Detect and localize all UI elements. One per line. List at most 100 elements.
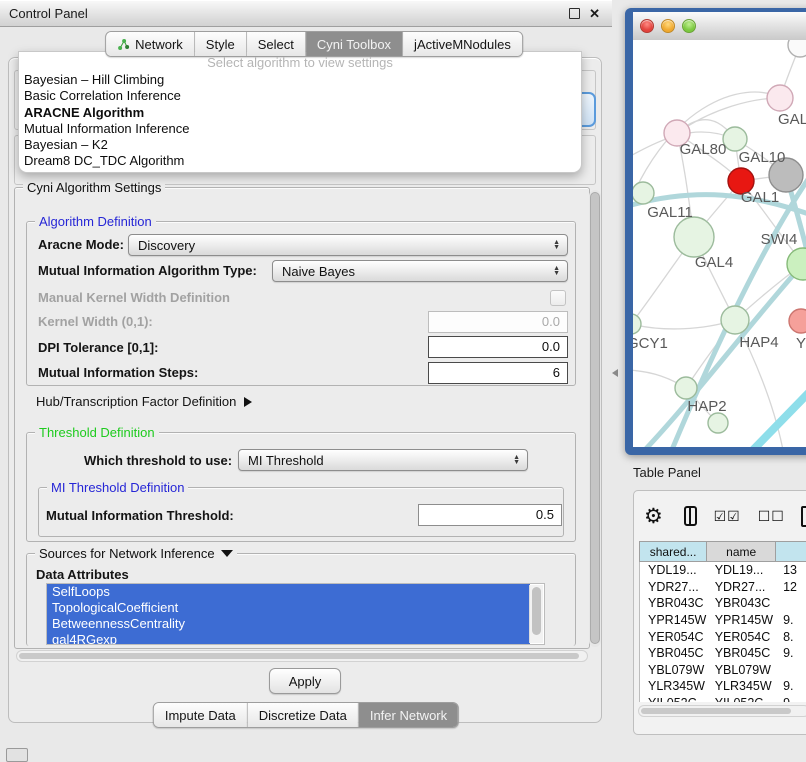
network-node[interactable] bbox=[788, 40, 806, 57]
tab-impute-data[interactable]: Impute Data bbox=[154, 703, 248, 727]
unchecked-pair-icon[interactable]: ☐☐ bbox=[758, 508, 785, 525]
node-label-gal: GAL bbox=[778, 111, 806, 128]
dpi-tolerance-field[interactable]: 0.0 bbox=[428, 336, 568, 358]
algorithm-option-dream8-dc-tdc-algorithm[interactable]: Dream8 DC_TDC Algorithm bbox=[19, 153, 581, 169]
minimized-panel-icon[interactable] bbox=[6, 748, 28, 762]
table-cell: YIL052C bbox=[640, 696, 707, 702]
table-row[interactable]: YBR043CYBR043C bbox=[640, 595, 806, 612]
attribute-item-betweennesscentrality[interactable]: BetweennessCentrality bbox=[47, 616, 530, 632]
table-row[interactable]: YLR345WYLR345W9. bbox=[640, 678, 806, 695]
table-row[interactable]: YBR045CYBR045C9. bbox=[640, 645, 806, 662]
table-row[interactable]: YPR145WYPR145W9. bbox=[640, 612, 806, 629]
network-node-hap4[interactable] bbox=[721, 306, 749, 334]
tab-label: Select bbox=[258, 37, 294, 52]
kernel-width-field[interactable]: 0.0 bbox=[428, 311, 568, 333]
mi-threshold-label: Mutual Information Threshold: bbox=[46, 508, 234, 523]
table-cell: YDR27... bbox=[640, 580, 707, 594]
algorithm-option-aracne-algorithm[interactable]: ARACNE Algorithm bbox=[19, 105, 581, 121]
table-cell: 9. bbox=[775, 646, 806, 660]
mi-algorithm-type-value: Naive Bayes bbox=[282, 264, 355, 279]
close-icon[interactable]: ✕ bbox=[589, 7, 600, 20]
kernel-width-label: Kernel Width (0,1): bbox=[38, 314, 153, 329]
mi-steps-field[interactable]: 6 bbox=[428, 362, 568, 384]
tab-jactivemnodules[interactable]: jActiveMNodules bbox=[403, 32, 522, 56]
minimize-traffic-light-icon[interactable] bbox=[661, 19, 675, 33]
table-row[interactable]: YDL19...YDL19...13 bbox=[640, 562, 806, 579]
zoom-traffic-light-icon[interactable] bbox=[682, 19, 696, 33]
checked-pair-icon[interactable]: ☑☑ bbox=[714, 508, 741, 525]
float-window-icon[interactable] bbox=[569, 8, 580, 19]
network-node[interactable] bbox=[708, 413, 728, 433]
attribute-item-gal4rgexp[interactable]: gal4RGexp bbox=[47, 632, 530, 645]
threshold-definition-title: Threshold Definition bbox=[35, 425, 159, 440]
table-row[interactable]: YDR27...YDR27...12 bbox=[640, 579, 806, 596]
tab-discretize-data[interactable]: Discretize Data bbox=[248, 703, 359, 727]
document-icon[interactable] bbox=[801, 506, 806, 527]
network-node-y[interactable] bbox=[789, 309, 806, 333]
column-header-partial[interactable] bbox=[775, 541, 806, 562]
algorithm-option-bayesian-hill-climbing[interactable]: Bayesian – Hill Climbing bbox=[19, 72, 581, 88]
network-graph: GALGAL80GAL10GAL1GAL11GAL4SWI4GCY1HAP4YH… bbox=[633, 40, 806, 447]
network-highlight-edge bbox=[751, 376, 806, 447]
network-node-gal11[interactable] bbox=[633, 182, 654, 204]
panel-divider-arrow-icon[interactable] bbox=[612, 369, 618, 377]
table-rows: YDL19...YDL19...13YDR27...YDR27...12YBR0… bbox=[639, 562, 806, 702]
mi-algorithm-type-select[interactable]: Naive Bayes ▲▼ bbox=[272, 260, 568, 282]
network-canvas[interactable]: GALGAL80GAL10GAL1GAL11GAL4SWI4GCY1HAP4YH… bbox=[633, 40, 806, 447]
aracne-mode-select[interactable]: Discovery ▲▼ bbox=[128, 234, 568, 256]
cyni-algorithm-settings-title: Cyni Algorithm Settings bbox=[23, 180, 165, 195]
tab-style[interactable]: Style bbox=[195, 32, 247, 56]
table-panel-title: Table Panel bbox=[633, 465, 701, 480]
attributes-list-scrollbar[interactable] bbox=[529, 585, 543, 643]
tab-label: jActiveMNodules bbox=[414, 37, 511, 52]
collapse-down-icon bbox=[221, 550, 233, 557]
gear-icon[interactable]: ⚙ bbox=[644, 506, 663, 527]
manual-kernel-width-checkbox[interactable] bbox=[550, 290, 566, 306]
attribute-item-selfloops[interactable]: SelfLoops bbox=[47, 584, 530, 600]
table-cell: YBL079W bbox=[707, 663, 775, 677]
columns-icon[interactable] bbox=[684, 506, 697, 526]
table-cell: YDR27... bbox=[707, 580, 775, 594]
tab-label: Impute Data bbox=[165, 708, 236, 723]
table-cell: YPR145W bbox=[640, 613, 707, 627]
data-attributes-list: SelfLoopsTopologicalCoefficientBetweenne… bbox=[46, 583, 545, 645]
settings-vertical-scrollbar[interactable] bbox=[589, 190, 601, 647]
stepper-arrows-icon: ▲▼ bbox=[553, 266, 567, 276]
expander-right-icon bbox=[244, 397, 252, 407]
network-node-gal10[interactable] bbox=[723, 127, 747, 151]
tab-infer-network[interactable]: Infer Network bbox=[359, 703, 458, 727]
table-cell: YBR043C bbox=[707, 596, 775, 610]
settings-horizontal-scrollbar[interactable] bbox=[16, 650, 588, 662]
table-row[interactable]: YER054CYER054C8. bbox=[640, 628, 806, 645]
tab-label: Cyni Toolbox bbox=[317, 37, 391, 52]
attribute-item-topologicalcoefficient[interactable]: TopologicalCoefficient bbox=[47, 600, 530, 616]
table-row[interactable]: YIL052CYIL052C9 bbox=[640, 695, 806, 702]
table-cell: YDL19... bbox=[707, 563, 775, 577]
mi-algorithm-type-label: Mutual Information Algorithm Type: bbox=[38, 263, 257, 278]
table-cell: 12 bbox=[775, 580, 806, 594]
algorithm-option-basic-correlation-inference[interactable]: Basic Correlation Inference bbox=[19, 88, 581, 104]
tab-select[interactable]: Select bbox=[247, 32, 306, 56]
network-icon bbox=[117, 38, 130, 51]
table-horizontal-scrollbar[interactable] bbox=[638, 705, 806, 717]
algorithm-option-mutual-information-inference[interactable]: Mutual Information Inference bbox=[19, 121, 581, 137]
network-node-hap2[interactable] bbox=[675, 377, 697, 399]
tab-network[interactable]: Network bbox=[106, 32, 195, 56]
tab-cyni-toolbox[interactable]: Cyni Toolbox bbox=[306, 32, 403, 56]
sources-title-label: Sources for Network Inference bbox=[39, 546, 215, 561]
sources-title[interactable]: Sources for Network Inference bbox=[35, 546, 237, 561]
which-threshold-select[interactable]: MI Threshold ▲▼ bbox=[238, 449, 528, 471]
table-row[interactable]: YBL079WYBL079W bbox=[640, 662, 806, 679]
algorithm-option-bayesian-k2[interactable]: Bayesian – K2 bbox=[19, 137, 581, 153]
column-header-shared[interactable]: shared... bbox=[639, 541, 706, 562]
column-header-name[interactable]: name bbox=[706, 541, 775, 562]
hub-factor-expander[interactable]: Hub/Transcription Factor Definition bbox=[36, 394, 252, 409]
network-node-gal[interactable] bbox=[767, 85, 793, 111]
node-label-gal1: GAL1 bbox=[741, 189, 779, 206]
mi-threshold-field[interactable]: 0.5 bbox=[418, 504, 562, 526]
network-node-gal4[interactable] bbox=[674, 217, 714, 257]
apply-button[interactable]: Apply bbox=[269, 668, 341, 694]
network-window-titlebar[interactable] bbox=[633, 12, 806, 41]
network-node-gcy1[interactable] bbox=[633, 314, 641, 334]
close-traffic-light-icon[interactable] bbox=[640, 19, 654, 33]
